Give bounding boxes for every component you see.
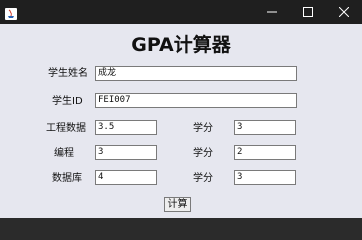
student-id-field[interactable]: FEI007 <box>95 93 297 108</box>
minimize-button[interactable] <box>255 0 289 24</box>
student-name-field[interactable]: 成龙 <box>95 66 297 81</box>
grade-field[interactable]: 3 <box>95 145 157 160</box>
form-panel: GPA计算器 <box>0 24 362 218</box>
course-label: 工程数据 <box>46 123 86 134</box>
credit-label: 学分 <box>193 173 213 184</box>
course-label: 数据库 <box>52 173 82 184</box>
grade-field[interactable]: 3.5 <box>95 120 157 135</box>
close-icon <box>339 7 349 17</box>
credit-field[interactable]: 3 <box>234 120 296 135</box>
credit-field[interactable]: 2 <box>234 145 296 160</box>
title-bar[interactable] <box>0 0 362 24</box>
java-app-icon <box>5 5 17 20</box>
close-button[interactable] <box>327 0 361 24</box>
app-window: GPA计算器 学生姓名 成龙 学生ID FEI007 工程数据 3.5 学分 3… <box>0 0 362 218</box>
maximize-icon <box>303 7 313 17</box>
credit-field[interactable]: 3 <box>234 170 296 185</box>
credit-label: 学分 <box>193 123 213 134</box>
page-title: GPA计算器 <box>131 34 231 56</box>
credit-label: 学分 <box>193 148 213 159</box>
calculate-button[interactable]: 计算 <box>164 197 191 212</box>
minimize-icon <box>267 7 277 17</box>
maximize-button[interactable] <box>291 0 325 24</box>
grade-field[interactable]: 4 <box>95 170 157 185</box>
student-name-label: 学生姓名 <box>48 68 88 79</box>
course-label: 编程 <box>54 148 74 159</box>
student-id-label: 学生ID <box>52 96 83 107</box>
